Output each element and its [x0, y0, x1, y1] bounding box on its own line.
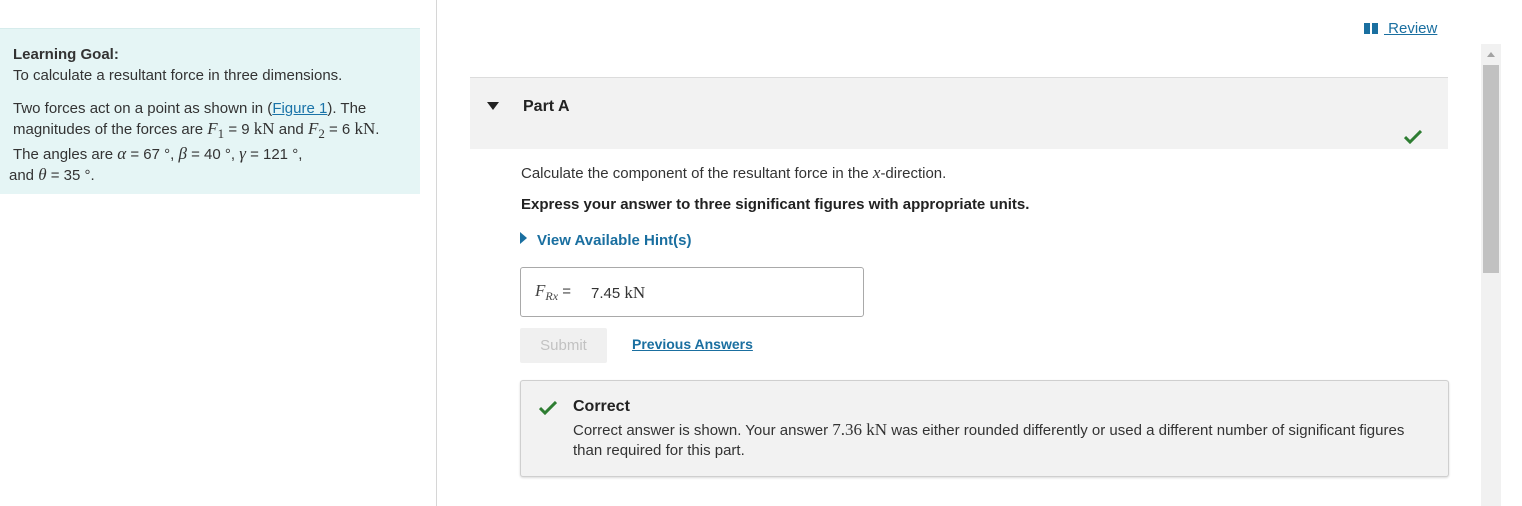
problem-statement: Two forces act on a point as shown in (F… [9, 99, 408, 186]
view-hints-link[interactable]: View Available Hint(s) [520, 232, 692, 249]
figure-link[interactable]: Figure 1 [272, 100, 327, 117]
review-link[interactable]: Review [1364, 20, 1437, 37]
f1-value: = 9 [224, 121, 254, 138]
f2-value: = 6 [324, 121, 355, 138]
learning-goal-panel: Learning Goal: To calculate a resultant … [0, 28, 420, 194]
f2-unit: kN [354, 119, 376, 138]
panel-divider [436, 0, 437, 506]
f-symbol: F [535, 281, 546, 300]
conjunction: and [9, 167, 39, 184]
feedback-text: Correct answer is shown. Your answer 7.3… [573, 420, 1433, 461]
part-title: Part A [523, 98, 570, 115]
problem-intro: Two forces act on a point as shown in ( [13, 100, 273, 117]
answer-field[interactable]: FRx = 7.45 kN [520, 267, 864, 317]
feedback-box: Correct Correct answer is shown. Your an… [520, 380, 1449, 477]
book-icon [1364, 23, 1378, 34]
equals-sign: = [558, 283, 571, 300]
your-answer-value: 7.36 kN [832, 420, 888, 439]
answer-instruction: Express your answer to three significant… [521, 196, 1030, 213]
review-label: Review [1384, 20, 1438, 37]
scroll-thumb[interactable] [1483, 65, 1499, 273]
hints-label: View Available Hint(s) [537, 232, 692, 249]
checkmark-icon [1404, 130, 1422, 144]
scrollbar[interactable] [1481, 44, 1501, 506]
conjunction: and [274, 121, 308, 138]
answer-value: 7.45 kN [591, 283, 645, 303]
gamma-symbol: γ [239, 144, 246, 163]
scroll-up-icon[interactable] [1487, 52, 1495, 57]
theta-symbol: θ [38, 165, 47, 184]
part-a-header[interactable]: Part A [470, 77, 1448, 149]
previous-answers-link[interactable]: Previous Answers [632, 336, 753, 352]
beta-value: = 40 °, [186, 146, 240, 163]
theta-value: = 35 °. [46, 167, 95, 184]
collapse-toggle-icon[interactable] [487, 102, 499, 110]
checkmark-icon [539, 401, 557, 415]
gamma-value: = 121 °, [245, 146, 303, 163]
question-suffix: -direction. [880, 165, 947, 182]
question-prefix: Calculate the component of the resultant… [521, 165, 873, 182]
feedback-text-before: Correct answer is shown. Your answer [573, 422, 833, 439]
beta-symbol: β [178, 144, 187, 163]
f1-unit: kN [253, 119, 275, 138]
rx-subscript: Rx [545, 289, 559, 303]
alpha-symbol: α [117, 144, 127, 163]
learning-goal-text: To calculate a resultant force in three … [13, 67, 343, 84]
question-text: Calculate the component of the resultant… [521, 163, 946, 183]
answer-label: FRx = [535, 281, 571, 304]
answer-number: 7.45 [591, 285, 621, 302]
learning-goal-title: Learning Goal: [13, 46, 119, 63]
f2-symbol: F [307, 119, 319, 138]
answer-unit: kN [624, 283, 646, 302]
submit-button[interactable]: Submit [520, 328, 607, 363]
alpha-value: = 67 °, [126, 146, 179, 163]
caret-right-icon [520, 232, 527, 244]
f1-symbol: F [207, 119, 218, 138]
feedback-title: Correct [573, 398, 630, 415]
